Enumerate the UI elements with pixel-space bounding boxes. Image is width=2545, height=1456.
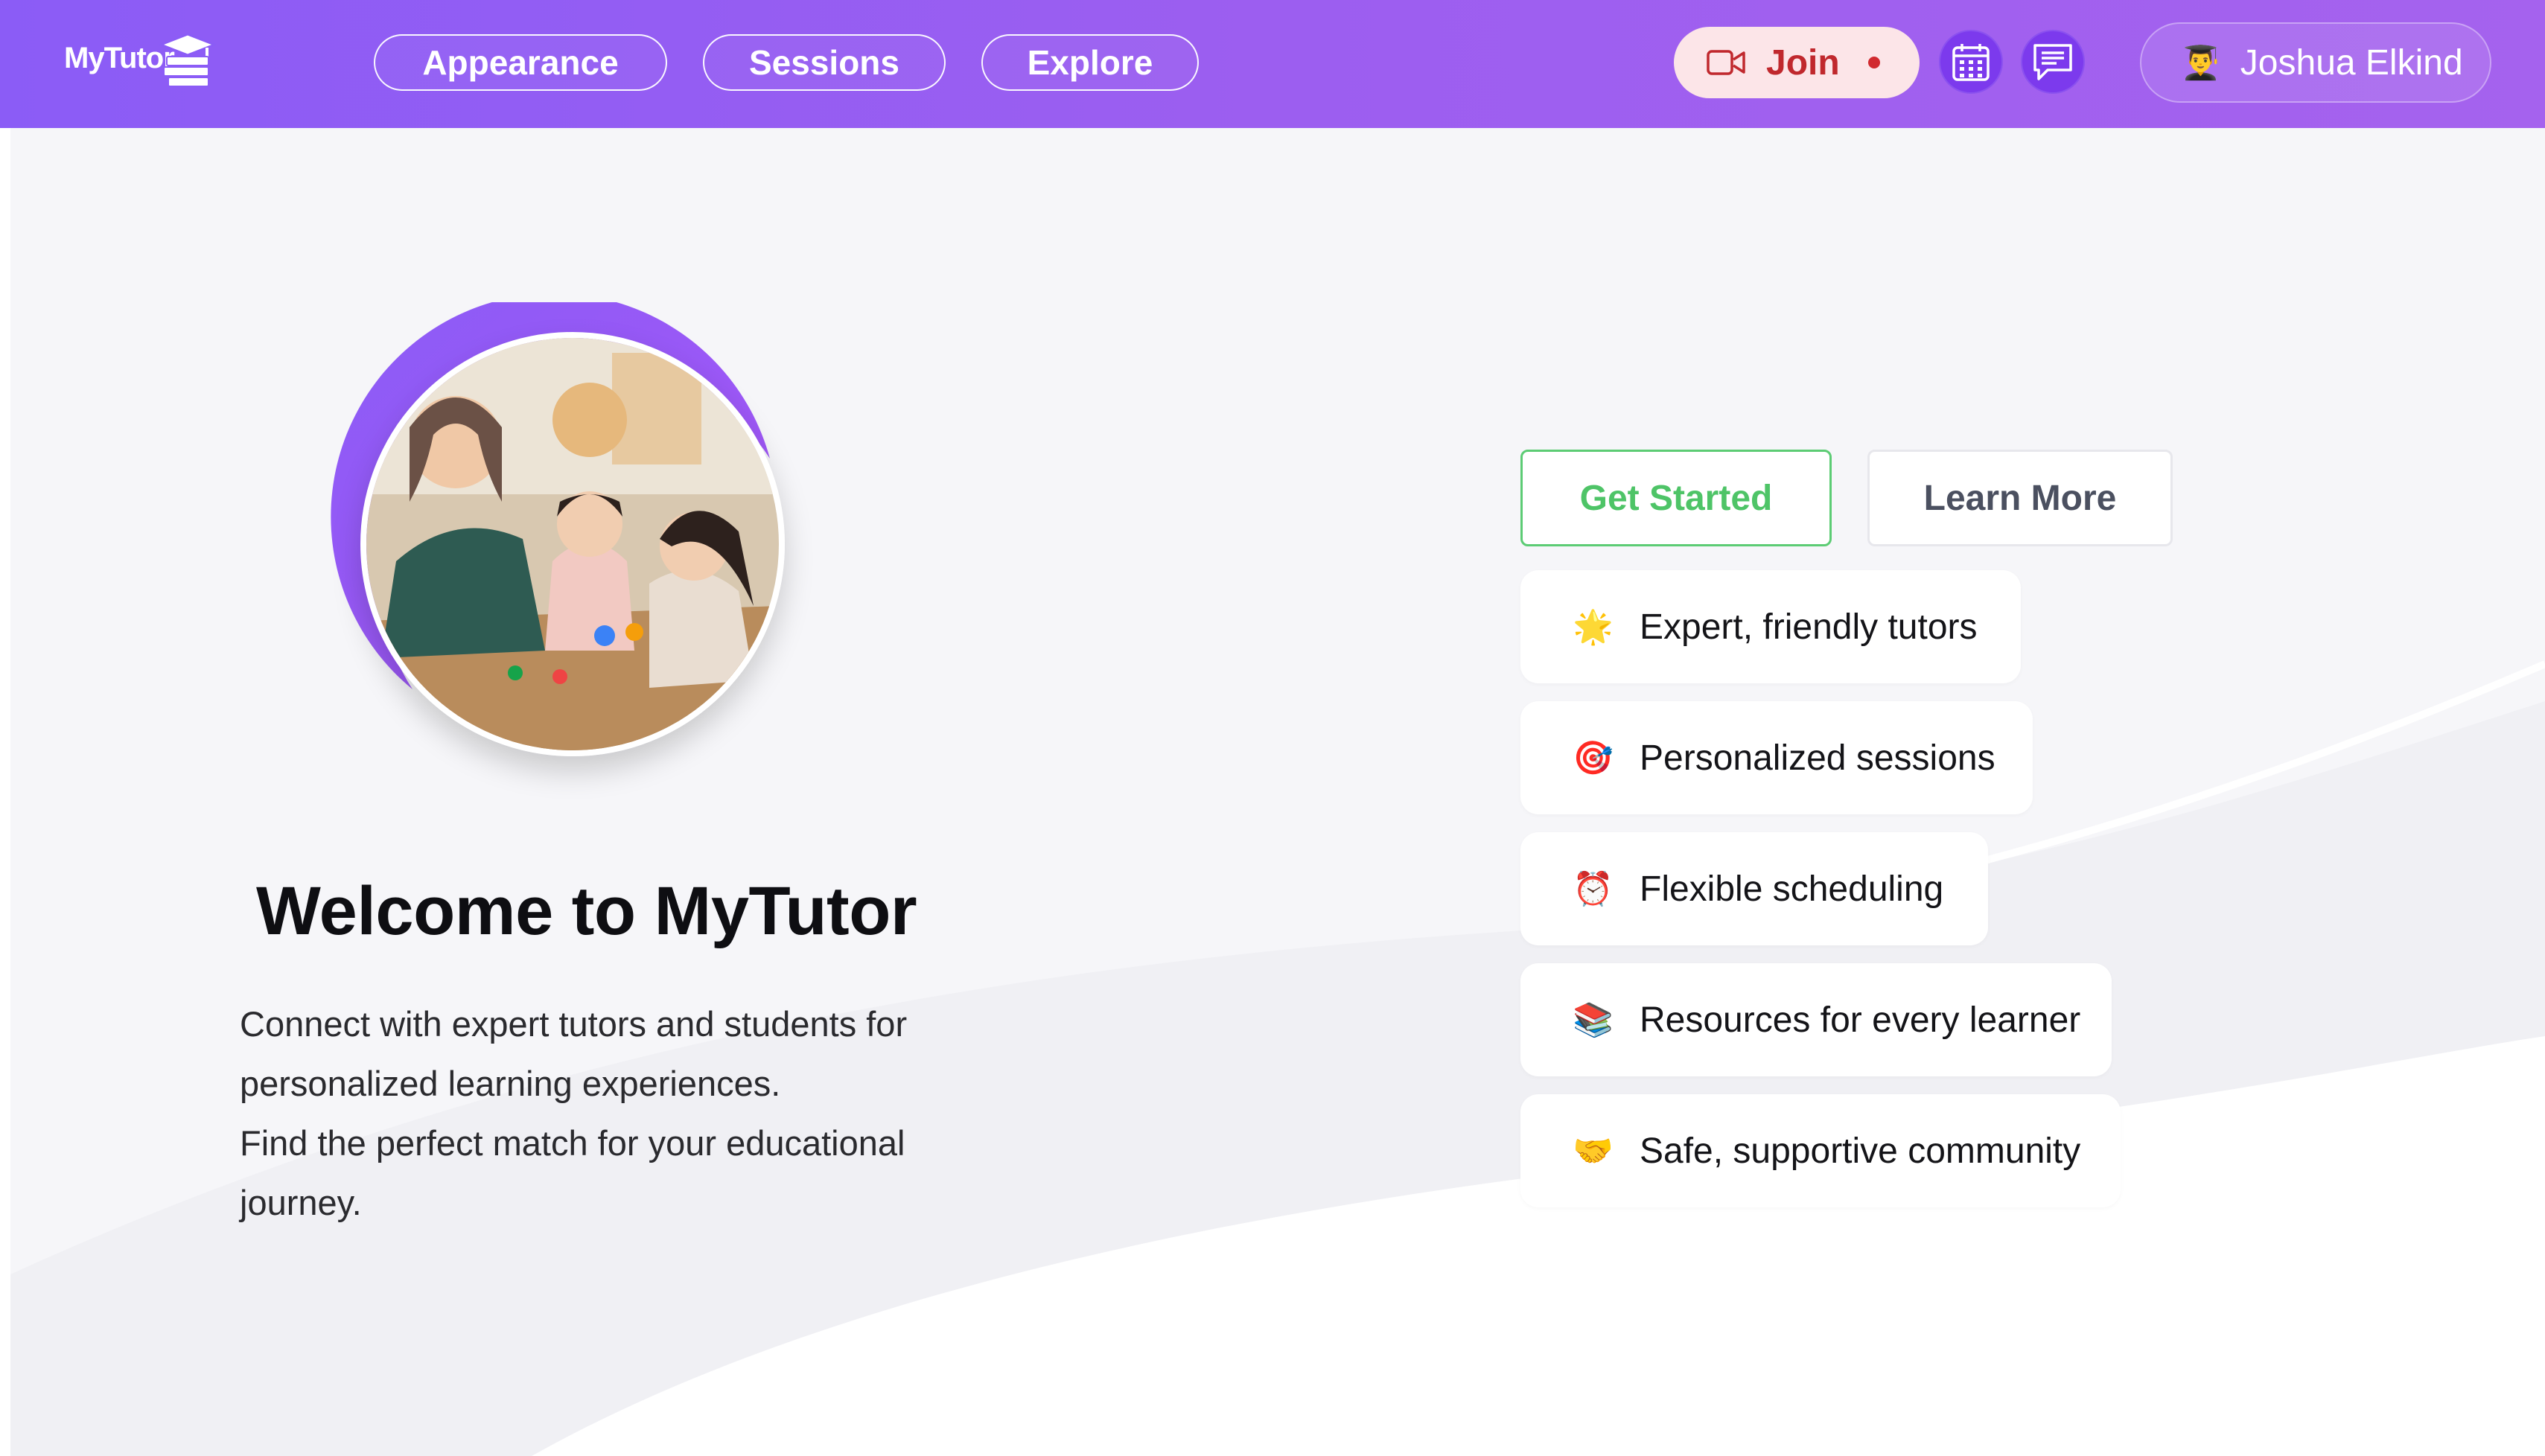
- join-button[interactable]: Join: [1674, 27, 1920, 98]
- feature-card: 📚 Resources for every learner: [1520, 963, 2112, 1076]
- calendar-button[interactable]: [1939, 30, 2003, 94]
- alarm-clock-icon: ⏰: [1573, 871, 1614, 907]
- hero-description: Connect with expert tutors and students …: [240, 994, 984, 1233]
- handshake-icon: 🤝: [1573, 1133, 1614, 1169]
- books-icon: 📚: [1573, 1002, 1614, 1038]
- feature-card: 🌟 Expert, friendly tutors: [1520, 570, 2021, 683]
- description-line: journey.: [240, 1183, 362, 1222]
- messages-button[interactable]: [2021, 30, 2085, 94]
- feature-label: Flexible scheduling: [1640, 869, 1944, 909]
- feature-label: Safe, supportive community: [1640, 1131, 2081, 1171]
- feature-label: Expert, friendly tutors: [1640, 607, 1978, 647]
- nav-sessions[interactable]: Sessions: [703, 34, 946, 91]
- user-name: Joshua Elkind: [2240, 42, 2463, 83]
- student-avatar-icon: 👨‍🎓: [2180, 45, 2221, 81]
- brand-logo[interactable]: MyTutor: [64, 28, 216, 88]
- feature-label: Resources for every learner: [1640, 1000, 2081, 1040]
- chat-bubble-icon: [2033, 44, 2072, 80]
- feature-card: 🎯 Personalized sessions: [1520, 701, 2033, 814]
- top-navigation-bar: MyTutor Appearance Sessions Explore Join: [0, 0, 2545, 128]
- description-line: Find the perfect match for your educatio…: [240, 1123, 905, 1163]
- description-line: Connect with expert tutors and students …: [240, 1004, 908, 1044]
- main-content: Welcome to MyTutor Connect with expert t…: [10, 128, 2545, 1456]
- page-title: Welcome to MyTutor: [256, 873, 917, 949]
- feature-card: ⏰ Flexible scheduling: [1520, 832, 1988, 945]
- get-started-button[interactable]: Get Started: [1520, 450, 1832, 546]
- tutor-with-children-photo: [360, 332, 785, 756]
- target-icon: 🎯: [1573, 740, 1614, 776]
- feature-label: Personalized sessions: [1640, 738, 1995, 778]
- join-label: Join: [1766, 42, 1840, 83]
- tutor-hero-image: [331, 302, 807, 779]
- graduation-books-icon: [157, 33, 216, 87]
- video-camera-icon: [1707, 50, 1745, 75]
- nav-appearance[interactable]: Appearance: [374, 34, 667, 91]
- calendar-icon: [1952, 44, 1990, 81]
- live-indicator-dot: [1867, 57, 1880, 68]
- learn-more-button[interactable]: Learn More: [1867, 450, 2173, 546]
- description-line: personalized learning experiences.: [240, 1064, 781, 1103]
- star-icon: 🌟: [1573, 609, 1614, 645]
- feature-card: 🤝 Safe, supportive community: [1520, 1094, 2121, 1207]
- user-menu[interactable]: 👨‍🎓 Joshua Elkind: [2140, 22, 2491, 103]
- nav-explore[interactable]: Explore: [981, 34, 1199, 91]
